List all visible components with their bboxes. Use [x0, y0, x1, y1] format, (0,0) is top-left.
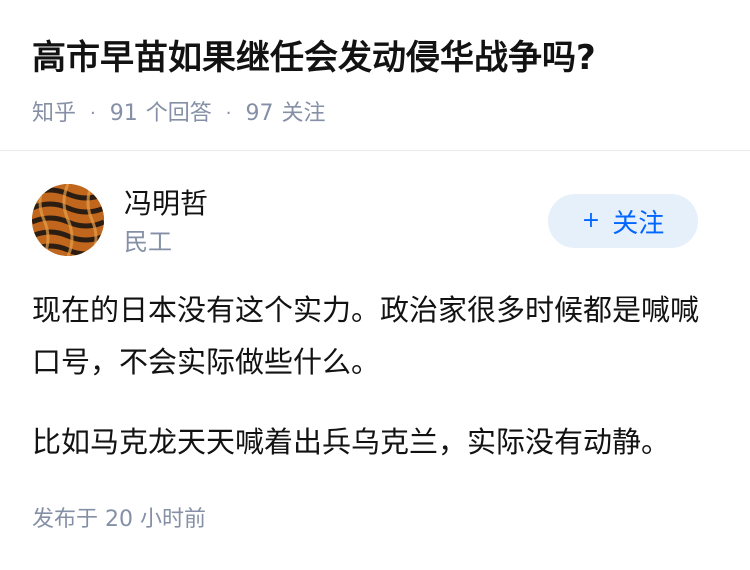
answer-paragraph: 比如马克龙天天喊着出兵乌克兰，实际没有动静。 — [32, 425, 671, 459]
avatar[interactable] — [32, 184, 104, 256]
answer-count[interactable]: 91 — [110, 96, 138, 132]
meta-separator: · — [90, 103, 96, 124]
answer-paragraph: 现在的日本没有这个实力。政治家很多时候都是喊喊口号，不会实际做些什么。 — [32, 293, 700, 379]
header-divider — [0, 150, 750, 151]
author-row: 冯明哲 民工 + 关注 — [32, 184, 698, 260]
author-info: 冯明哲 民工 — [124, 184, 208, 260]
source-label[interactable]: 知乎 — [32, 96, 76, 132]
follow-button[interactable]: + 关注 — [548, 194, 698, 248]
answer-timestamp[interactable]: 发布于 20 小时前 — [32, 502, 206, 538]
timestamp-prefix: 发布于 — [32, 507, 99, 532]
follower-count: 97 — [245, 101, 274, 126]
follower-count-label: 关注 — [281, 101, 326, 126]
follow-button-label: 关注 — [612, 208, 665, 239]
author-name[interactable]: 冯明哲 — [124, 184, 208, 224]
question-title[interactable]: 高市早苗如果继任会发动侵华战争吗? — [32, 30, 722, 86]
timestamp-value: 20 小时前 — [105, 507, 207, 532]
avatar-image — [32, 184, 104, 256]
answer-count-label[interactable]: 个回答 — [146, 96, 212, 132]
question-meta: 知乎 · 91 个回答 · 97 关注 — [32, 96, 722, 132]
answer-content: 现在的日本没有这个实力。政治家很多时候都是喊喊口号，不会实际做些什么。 比如马克… — [32, 284, 722, 496]
answer-page: 高市早苗如果继任会发动侵华战争吗? 知乎 · 91 个回答 · 97 关注 冯明… — [0, 0, 750, 570]
meta-separator: · — [225, 103, 232, 124]
author-headline: 民工 — [124, 228, 172, 256]
plus-icon: + — [581, 208, 601, 233]
question-header: 高市早苗如果继任会发动侵华战争吗? 知乎 · 91 个回答 · 97 关注 — [32, 30, 722, 132]
